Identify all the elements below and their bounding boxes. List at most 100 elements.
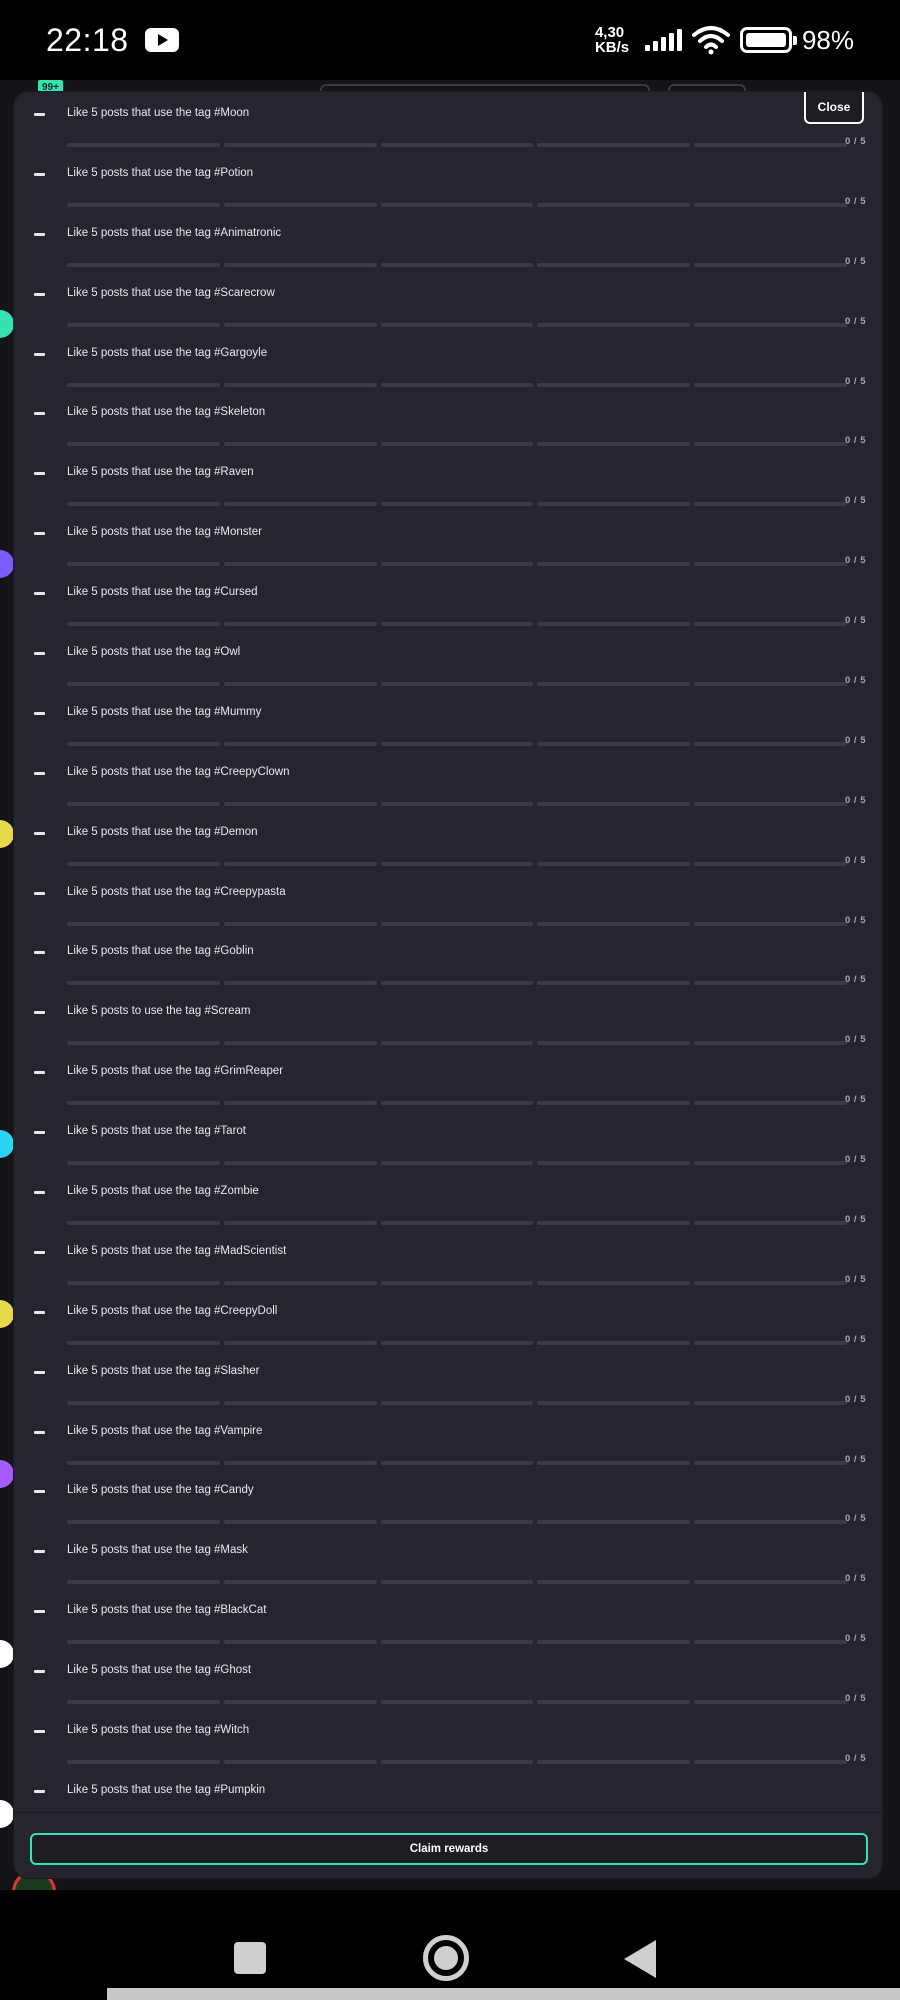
task-row: Like 5 posts that use the tag #Demon 0 / … — [14, 811, 882, 871]
collapse-dash-icon[interactable] — [34, 1550, 45, 1554]
collapse-dash-icon[interactable] — [34, 113, 45, 116]
progress-segment — [694, 1460, 847, 1465]
progress-segment — [537, 1520, 691, 1525]
progress-segment — [223, 682, 377, 687]
progress-segment — [694, 322, 847, 327]
collapse-dash-icon[interactable] — [34, 1310, 45, 1314]
task-progress-count: 0 / 5 — [845, 375, 866, 387]
collapse-dash-icon[interactable] — [34, 1670, 45, 1674]
task-label: Like 5 posts that use the tag #Animatron… — [67, 226, 282, 239]
progress-segment — [537, 921, 691, 926]
progress-segment — [694, 143, 847, 147]
task-row: Like 5 posts that use the tag #Animatron… — [14, 212, 882, 272]
task-row: Like 5 posts that use the tag #Mask 0 / 5 — [14, 1529, 882, 1589]
collapse-dash-icon[interactable] — [34, 472, 45, 476]
collapse-dash-icon[interactable] — [34, 1250, 45, 1254]
task-label: Like 5 posts that use the tag #Creepypas… — [67, 885, 286, 898]
collapse-dash-icon[interactable] — [34, 1610, 45, 1614]
progress-segment — [223, 622, 377, 627]
task-progress-bar — [67, 1580, 847, 1585]
navigation-bar — [0, 1890, 900, 2000]
progress-segment — [380, 1700, 534, 1705]
background-avatar — [0, 550, 14, 578]
back-triangle-icon[interactable] — [624, 1940, 656, 1978]
youtube-icon — [144, 28, 179, 52]
progress-segment — [380, 1041, 534, 1046]
background-avatar — [0, 1640, 14, 1668]
network-speed: 4,30 KB/s — [594, 24, 630, 56]
progress-segment — [537, 382, 691, 387]
collapse-dash-icon[interactable] — [34, 412, 45, 416]
progress-segment — [67, 1400, 220, 1405]
collapse-dash-icon[interactable] — [34, 951, 45, 955]
collapse-dash-icon[interactable] — [34, 1011, 45, 1015]
progress-segment — [537, 202, 691, 207]
close-button[interactable]: Close — [804, 92, 864, 124]
collapse-dash-icon[interactable] — [34, 1191, 45, 1195]
task-list[interactable]: Like 5 posts that use the tag #Moon 0 / 5… — [14, 92, 882, 1812]
progress-segment — [380, 1221, 534, 1226]
progress-segment — [223, 861, 377, 866]
progress-segment — [380, 861, 534, 866]
tasks-modal: Like 5 posts that use the tag #Moon 0 / 5… — [14, 92, 882, 1878]
collapse-dash-icon[interactable] — [34, 1370, 45, 1374]
collapse-dash-icon[interactable] — [34, 532, 45, 536]
collapse-dash-icon[interactable] — [34, 652, 45, 656]
progress-segment — [380, 682, 534, 687]
recents-square-icon[interactable] — [234, 1942, 266, 1974]
task-progress-bar — [67, 981, 847, 986]
task-label: Like 5 posts that use the tag #Zombie — [67, 1185, 259, 1198]
progress-segment — [694, 562, 847, 567]
progress-segment — [67, 1700, 220, 1705]
collapse-dash-icon[interactable] — [34, 172, 45, 176]
collapse-dash-icon[interactable] — [34, 1430, 45, 1434]
progress-segment — [694, 741, 847, 746]
progress-segment — [380, 801, 534, 806]
collapse-dash-icon[interactable] — [34, 1789, 45, 1793]
task-progress-count: 0 / 5 — [845, 1154, 866, 1166]
collapse-dash-icon[interactable] — [34, 1490, 45, 1494]
task-label: Like 5 posts that use the tag #Tarot — [67, 1125, 247, 1138]
progress-segment — [380, 502, 534, 507]
progress-segment — [380, 1760, 534, 1765]
progress-segment — [67, 1460, 220, 1465]
task-progress-bar — [67, 382, 847, 387]
progress-segment — [537, 1400, 691, 1405]
collapse-dash-icon[interactable] — [34, 771, 45, 775]
task-progress-bar — [67, 143, 847, 147]
progress-segment — [694, 921, 847, 926]
progress-segment — [223, 1640, 377, 1645]
progress-segment — [694, 442, 847, 447]
collapse-dash-icon[interactable] — [34, 1730, 45, 1734]
task-progress-count: 0 / 5 — [845, 1753, 866, 1765]
task-row: Like 5 posts that use the tag #Moon 0 / 5 — [14, 92, 882, 152]
collapse-dash-icon[interactable] — [34, 1131, 45, 1135]
progress-segment — [67, 1280, 220, 1285]
task-progress-bar — [67, 741, 847, 746]
collapse-dash-icon[interactable] — [34, 592, 45, 596]
task-progress-bar — [67, 562, 847, 567]
collapse-dash-icon[interactable] — [34, 831, 45, 835]
progress-segment — [537, 1340, 691, 1345]
progress-segment — [223, 502, 377, 507]
status-icons: 4,30 KB/s 98% — [595, 25, 854, 56]
collapse-dash-icon[interactable] — [34, 352, 45, 356]
task-row: Like 5 posts that use the tag #Candy 0 / … — [14, 1469, 882, 1529]
task-progress-bar — [67, 921, 847, 926]
home-circle-icon[interactable] — [423, 1935, 469, 1981]
progress-segment — [223, 1400, 377, 1405]
task-progress-bar — [67, 1161, 847, 1166]
collapse-dash-icon[interactable] — [34, 1071, 45, 1075]
gesture-bar — [107, 1988, 900, 2000]
task-progress-bar — [67, 1700, 847, 1705]
progress-segment — [223, 1161, 377, 1166]
claim-rewards-button[interactable]: Claim rewards — [30, 1833, 868, 1865]
collapse-dash-icon[interactable] — [34, 232, 45, 236]
task-row: Like 5 posts that use the tag #BlackCat 0… — [14, 1589, 882, 1649]
task-label: Like 5 posts that use the tag #GrimReape… — [67, 1065, 284, 1078]
task-progress-count: 0 / 5 — [845, 1333, 866, 1345]
collapse-dash-icon[interactable] — [34, 711, 45, 715]
progress-segment — [223, 1101, 377, 1106]
collapse-dash-icon[interactable] — [34, 891, 45, 895]
collapse-dash-icon[interactable] — [34, 292, 45, 296]
